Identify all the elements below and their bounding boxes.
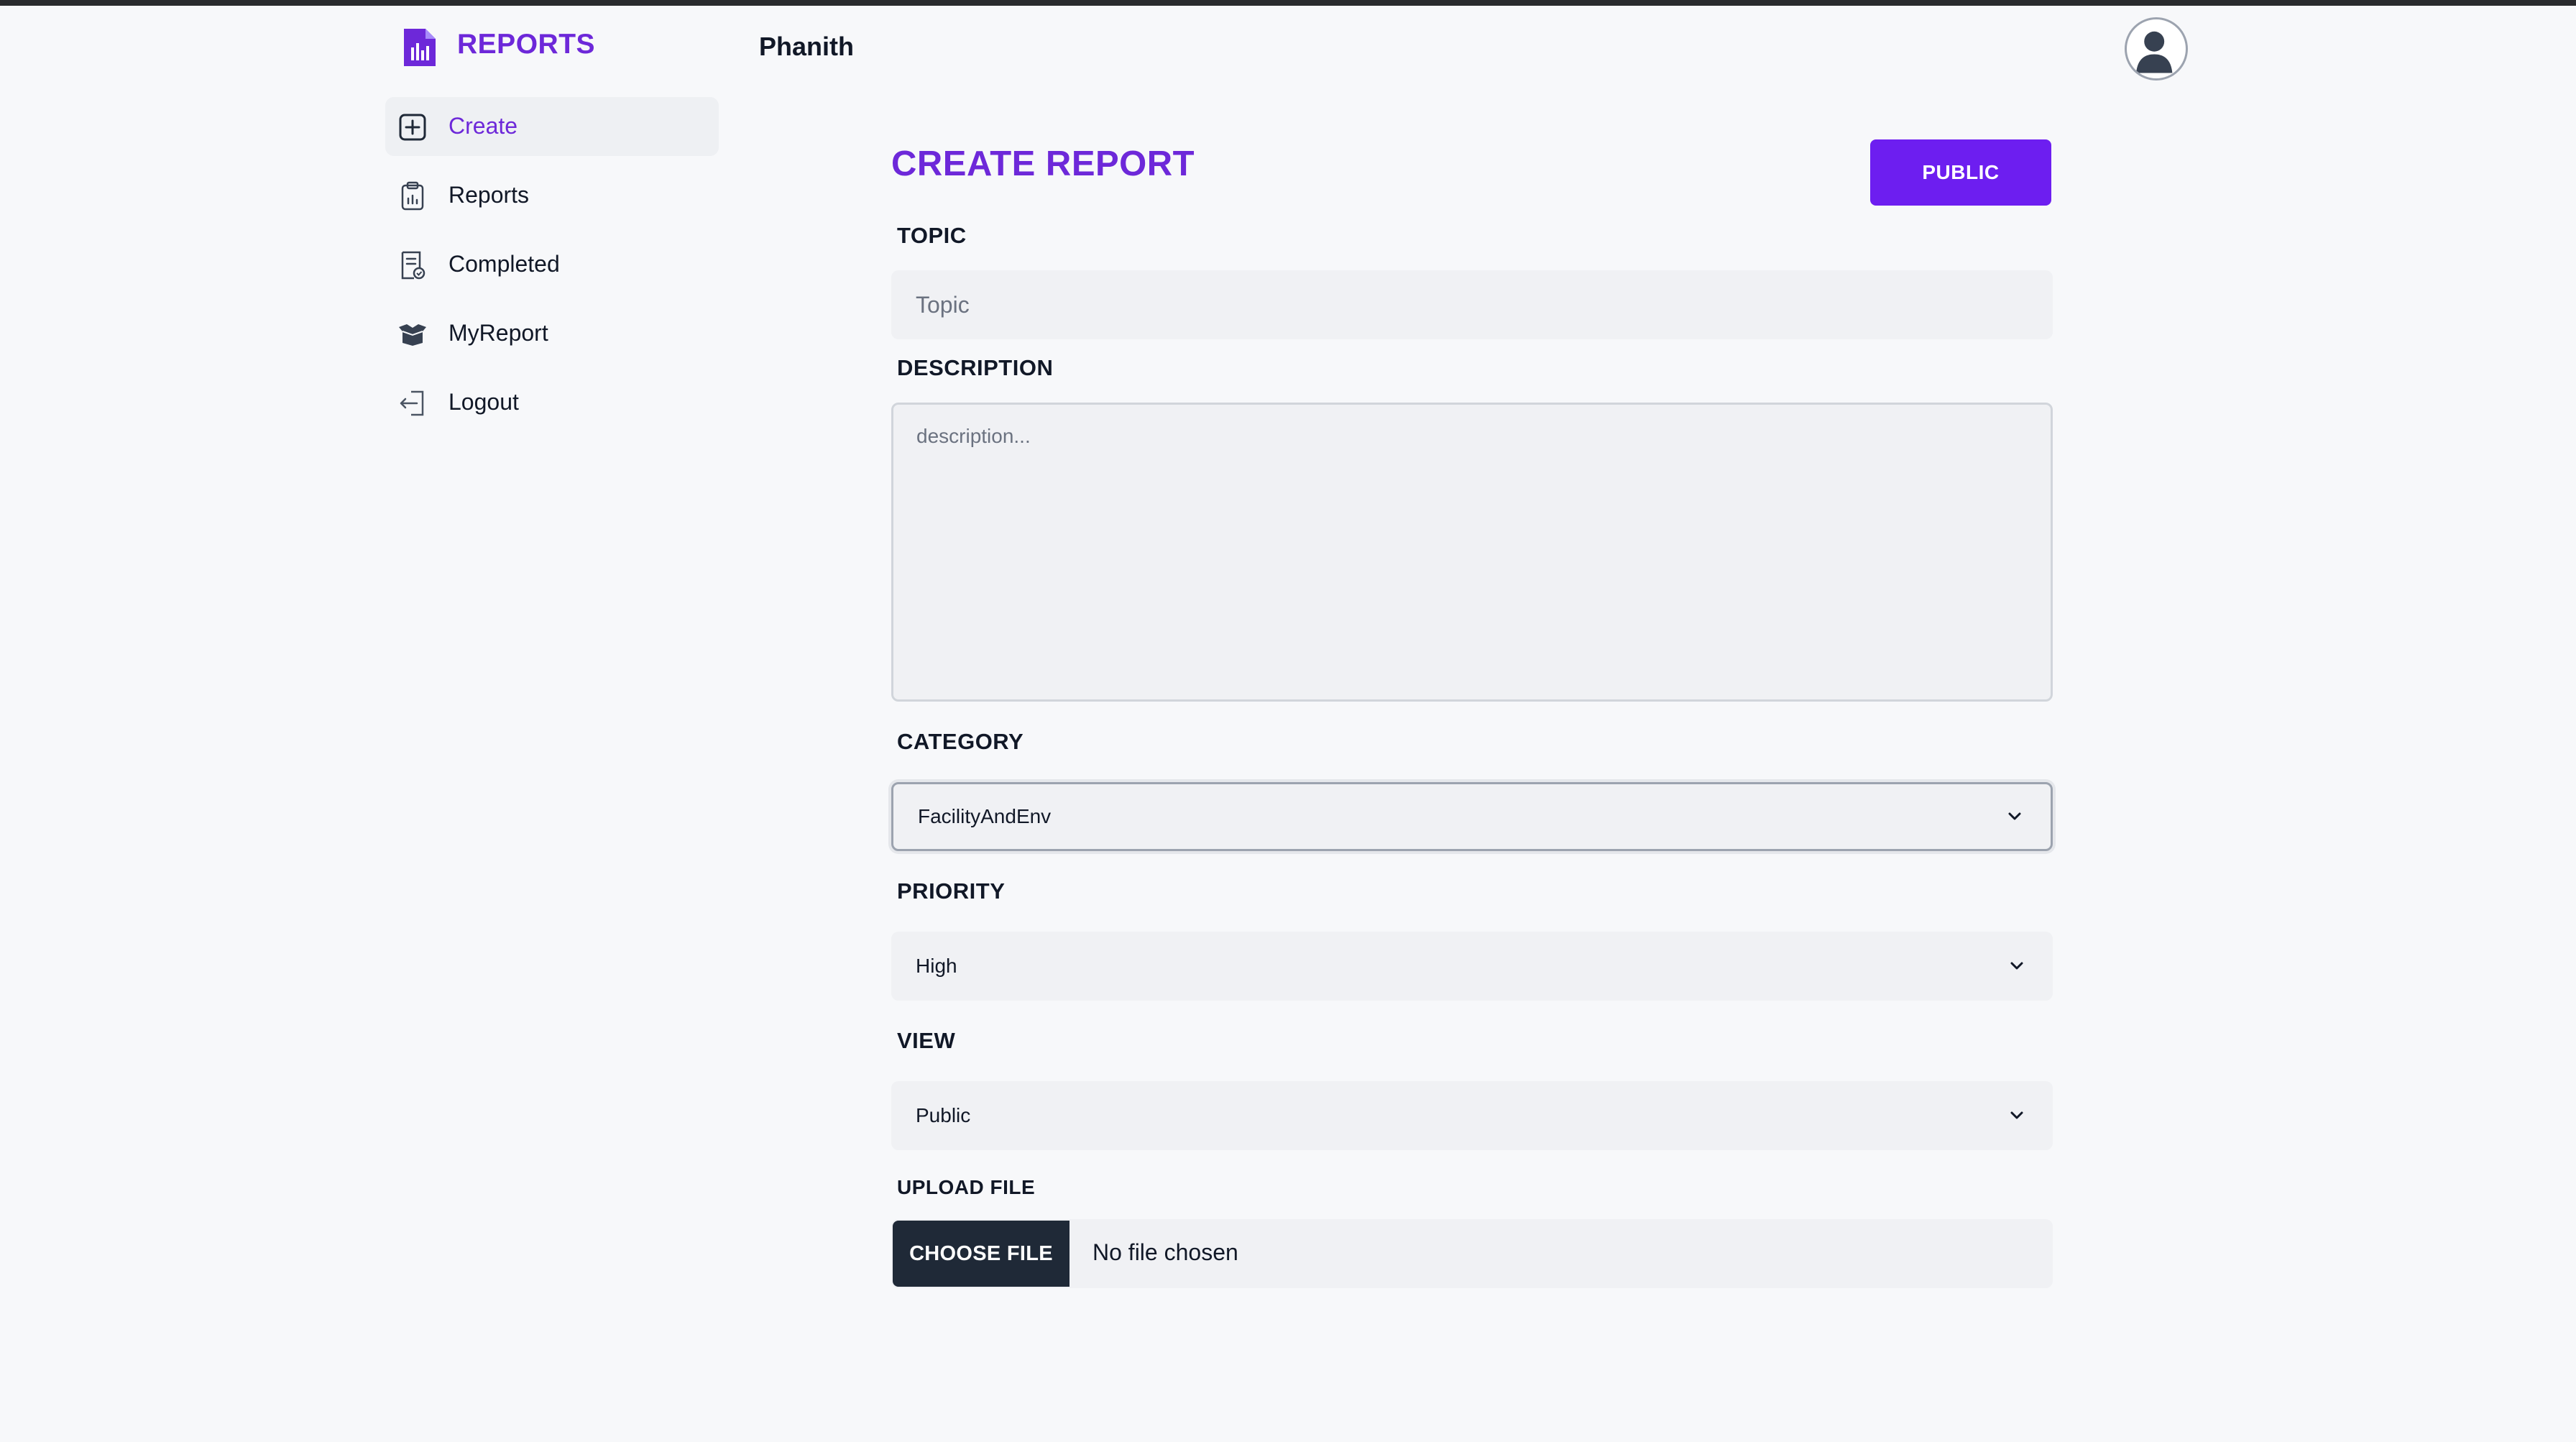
description-label: DESCRIPTION [897,355,1054,380]
sidebar-item-create[interactable]: Create [385,97,719,156]
sidebar-item-label: MyReport [448,320,548,346]
category-select[interactable]: FacilityAndEnv [891,782,2053,851]
sidebar-item-logout[interactable]: Logout [385,373,719,432]
category-selected-value: FacilityAndEnv [918,805,1052,827]
report-logo-icon [404,29,436,66]
file-upload-field[interactable]: CHOOSE FILE No file chosen [891,1219,2053,1288]
document-check-icon [401,251,426,280]
upload-file-label: UPLOAD FILE [897,1176,1036,1198]
sidebar-item-myreport[interactable]: MyReport [385,304,719,363]
page-title: CREATE REPORT [891,144,1195,183]
sidebar-item-label: Reports [448,182,530,208]
priority-selected-value: High [916,955,957,977]
username: Phanith [759,32,854,61]
file-status-text: No file chosen [1092,1239,1238,1265]
sidebar-item-label: Completed [448,251,560,277]
sidebar-item-label: Create [448,113,518,139]
category-label: CATEGORY [897,729,1024,754]
sidebar-item-completed[interactable]: Completed [385,235,719,294]
user-avatar[interactable] [2125,17,2188,81]
logout-icon [400,390,424,416]
view-label: VIEW [897,1028,956,1053]
view-select[interactable]: Public [891,1081,2053,1150]
public-button[interactable]: PUBLIC [1870,139,2051,206]
chevron-down-icon [2010,962,2023,970]
view-selected-value: Public [916,1104,971,1126]
choose-file-button[interactable]: CHOOSE FILE [893,1221,1070,1287]
priority-select[interactable]: High [891,932,2053,1001]
topic-label: TOPIC [897,223,967,248]
priority-label: PRIORITY [897,878,1006,904]
topic-input[interactable] [891,270,2053,339]
chevron-down-icon [2008,812,2021,820]
brand-title[interactable]: REPORTS [457,29,595,60]
clipboard-chart-icon [401,181,424,211]
sidebar-item-label: Logout [448,389,519,415]
description-textarea[interactable] [891,403,2053,702]
chevron-down-icon [2010,1111,2023,1119]
open-box-icon [399,324,426,346]
sidebar-item-reports[interactable]: Reports [385,166,719,225]
window-top-bar [0,0,2576,6]
plus-square-icon [399,114,426,141]
user-silhouette-icon [2136,31,2173,73]
